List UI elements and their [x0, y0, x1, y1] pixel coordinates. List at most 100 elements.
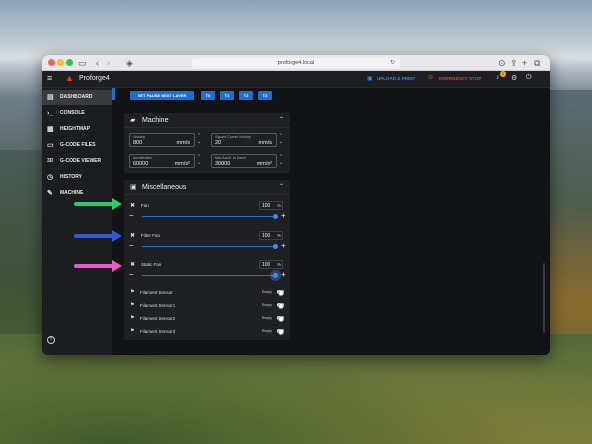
static-fan-slider[interactable] — [142, 273, 278, 278]
background-landscape-right — [547, 90, 592, 370]
misc-card-header[interactable]: ▣ Miscellaneous ⌃ — [124, 180, 290, 195]
sensor-status: Empty — [262, 316, 272, 320]
square-corner-velocity-stepper-icon[interactable]: ⌃ ⌄ — [279, 133, 285, 145]
filament-sensor2-toggle[interactable] — [277, 316, 284, 322]
filter-fan-decrease-button[interactable]: − — [129, 242, 134, 250]
page-scrollbar[interactable] — [543, 263, 545, 333]
files-icon: ▭ — [47, 142, 54, 149]
browser-titlebar: ▭ ‹ › ◈ proforge4.local ↻ ⊙ ⇪ + ⧉ — [42, 55, 550, 71]
machine-icon: ▰ — [130, 117, 136, 124]
filter-fan-increase-button[interactable]: + — [281, 242, 286, 250]
max-accel-to-decel-field[interactable]: Max Accel. to Decel 30000 mm/s² — [211, 154, 277, 168]
fan-slider[interactable] — [142, 214, 278, 219]
machine-card-title: Machine — [142, 117, 169, 124]
sidebar-toggle-icon[interactable]: ▭ — [78, 57, 87, 69]
filament-sensor1-row: ⚑ Filament Sensor1 Empty — [124, 299, 290, 312]
sensor-icon: ⚑ — [130, 328, 135, 334]
filter-fan-label: Filter Fan — [141, 233, 161, 238]
download-icon[interactable]: ⊙ — [498, 57, 506, 69]
filament-sensor2-row: ⚑ Filament Sensor2 Empty — [124, 312, 290, 325]
shield-icon[interactable]: ◈ — [126, 57, 133, 69]
machine-card: ▰ Machine ⌃ Velocity 800 mm/s ⌃ ⌄ Square Co… — [124, 113, 290, 173]
fan-slider-handle[interactable] — [272, 214, 278, 219]
filter-fan-control: ✖ Filter Fan 100 % − + — [124, 230, 290, 259]
sidebar: ▤ DASHBOARD ›_ CONSOLE ▦ HEIGHTMAP ▭ G-CODE … — [42, 88, 112, 355]
velocity-field[interactable]: Velocity 800 mm/s — [129, 133, 195, 147]
sidebar-item-history[interactable]: ◷ HISTORY — [42, 170, 112, 185]
sensor-icon: ⚑ — [130, 302, 135, 308]
chevron-up-icon[interactable]: ⌃ — [279, 183, 284, 190]
sensor-status: Empty — [262, 290, 272, 294]
sidebar-item-gcode-files[interactable]: ▭ G-CODE FILES — [42, 138, 112, 153]
misc-icon: ▣ — [130, 184, 137, 191]
tool-t3-button[interactable]: T3 — [258, 91, 272, 100]
main-content: SET PAUSE NEXT LAYER T0 T1 T2 T3 ▰ Machi… — [112, 88, 550, 355]
filament-sensor3-row: ⚑ Filament Sensor3 Empty — [124, 325, 290, 338]
scroll-indicator — [112, 88, 115, 100]
close-window-button[interactable] — [48, 59, 55, 66]
upload-print-button[interactable]: UPLOAD & PRINT — [377, 76, 415, 81]
reload-icon[interactable]: ↻ — [390, 57, 395, 69]
sidebar-item-heightmap[interactable]: ▦ HEIGHTMAP — [42, 122, 112, 137]
square-corner-velocity-field[interactable]: Square Corner Velocity 20 mm/s — [211, 133, 277, 147]
viewer-icon: 3D — [47, 158, 54, 164]
filter-fan-slider[interactable] — [142, 244, 278, 249]
fan-control: ✖ Fan 100 % − + — [124, 200, 290, 229]
static-fan-slider-handle[interactable] — [272, 273, 278, 278]
static-fan-increase-button[interactable]: + — [281, 271, 286, 279]
filament-sensor-toggle[interactable] — [277, 290, 284, 296]
emergency-stop-icon[interactable]: ⊘ — [428, 74, 433, 81]
chevron-up-icon[interactable]: ⌃ — [279, 116, 284, 123]
sensor-status: Empty — [262, 303, 272, 307]
velocity-stepper-icon[interactable]: ⌃ ⌄ — [197, 133, 203, 145]
dashboard-icon: ▤ — [47, 94, 54, 101]
history-icon: ◷ — [47, 174, 54, 181]
new-tab-icon[interactable]: + — [522, 57, 527, 69]
pink-annotation-arrow — [74, 260, 122, 272]
share-icon[interactable]: ⇪ — [510, 57, 518, 69]
proforge-logo-icon: ▲ — [65, 73, 74, 83]
console-icon: ›_ — [47, 110, 54, 117]
sidebar-item-machine[interactable]: ✎ MACHINE — [42, 186, 112, 201]
filament-sensor1-toggle[interactable] — [277, 303, 284, 309]
filter-fan-slider-handle[interactable] — [272, 244, 278, 249]
emergency-stop-button[interactable]: EMERGENCY STOP — [439, 76, 481, 81]
notification-bell-icon[interactable]: ♪ — [496, 74, 500, 81]
acceleration-stepper-icon[interactable]: ⌃ ⌄ — [197, 154, 203, 166]
filament-sensor-row: ⚑ Filament Sensor Empty — [124, 286, 290, 299]
minimize-window-button[interactable] — [57, 59, 64, 66]
max-accel-stepper-icon[interactable]: ⌃ ⌄ — [279, 154, 285, 166]
sensor-icon: ⚑ — [130, 315, 135, 321]
filament-sensor3-toggle[interactable] — [277, 329, 284, 335]
tool-t2-button[interactable]: T2 — [239, 91, 253, 100]
acceleration-field[interactable]: Acceleration 60000 mm/s² — [129, 154, 195, 168]
set-pause-next-layer-button[interactable]: SET PAUSE NEXT LAYER — [130, 91, 194, 100]
fan-label: Fan — [141, 203, 149, 208]
fan-icon: ✖ — [130, 203, 136, 209]
misc-card-title: Miscellaneous — [142, 184, 187, 191]
sidebar-item-gcode-viewer[interactable]: 3D G-CODE VIEWER — [42, 154, 112, 169]
app-title: Proforge4 — [79, 75, 110, 82]
sidebar-item-dashboard[interactable]: ▤ DASHBOARD — [42, 90, 112, 105]
hamburger-menu-icon[interactable]: ≡ — [47, 73, 52, 83]
fan-increase-button[interactable]: + — [281, 212, 286, 220]
forward-arrow-icon[interactable]: › — [107, 57, 110, 69]
maximize-window-button[interactable] — [66, 59, 73, 66]
settings-gear-icon[interactable]: ⚙ — [511, 74, 517, 82]
static-fan-control: ✖ Static Fan 100 % − + — [124, 259, 290, 288]
miscellaneous-card: ▣ Miscellaneous ⌃ ✖ Fan 100 % − + ✖ Filt… — [124, 180, 290, 340]
filter-fan-unit: % — [277, 233, 282, 238]
url-text: proforge4.local — [277, 60, 315, 66]
fan-decrease-button[interactable]: − — [129, 212, 134, 220]
sidebar-item-console[interactable]: ›_ CONSOLE — [42, 106, 112, 121]
power-icon[interactable]: ⏻ — [526, 74, 532, 82]
help-icon[interactable]: ? — [47, 336, 55, 344]
tool-t1-button[interactable]: T1 — [220, 91, 234, 100]
machine-card-header[interactable]: ▰ Machine ⌃ — [124, 113, 290, 128]
static-fan-decrease-button[interactable]: − — [129, 271, 134, 279]
upload-icon[interactable]: ▣ — [367, 75, 373, 82]
address-bar[interactable]: proforge4.local — [192, 58, 400, 68]
back-arrow-icon[interactable]: ‹ — [96, 57, 99, 69]
tab-overview-icon[interactable]: ⧉ — [534, 57, 540, 69]
tool-t0-button[interactable]: T0 — [201, 91, 215, 100]
